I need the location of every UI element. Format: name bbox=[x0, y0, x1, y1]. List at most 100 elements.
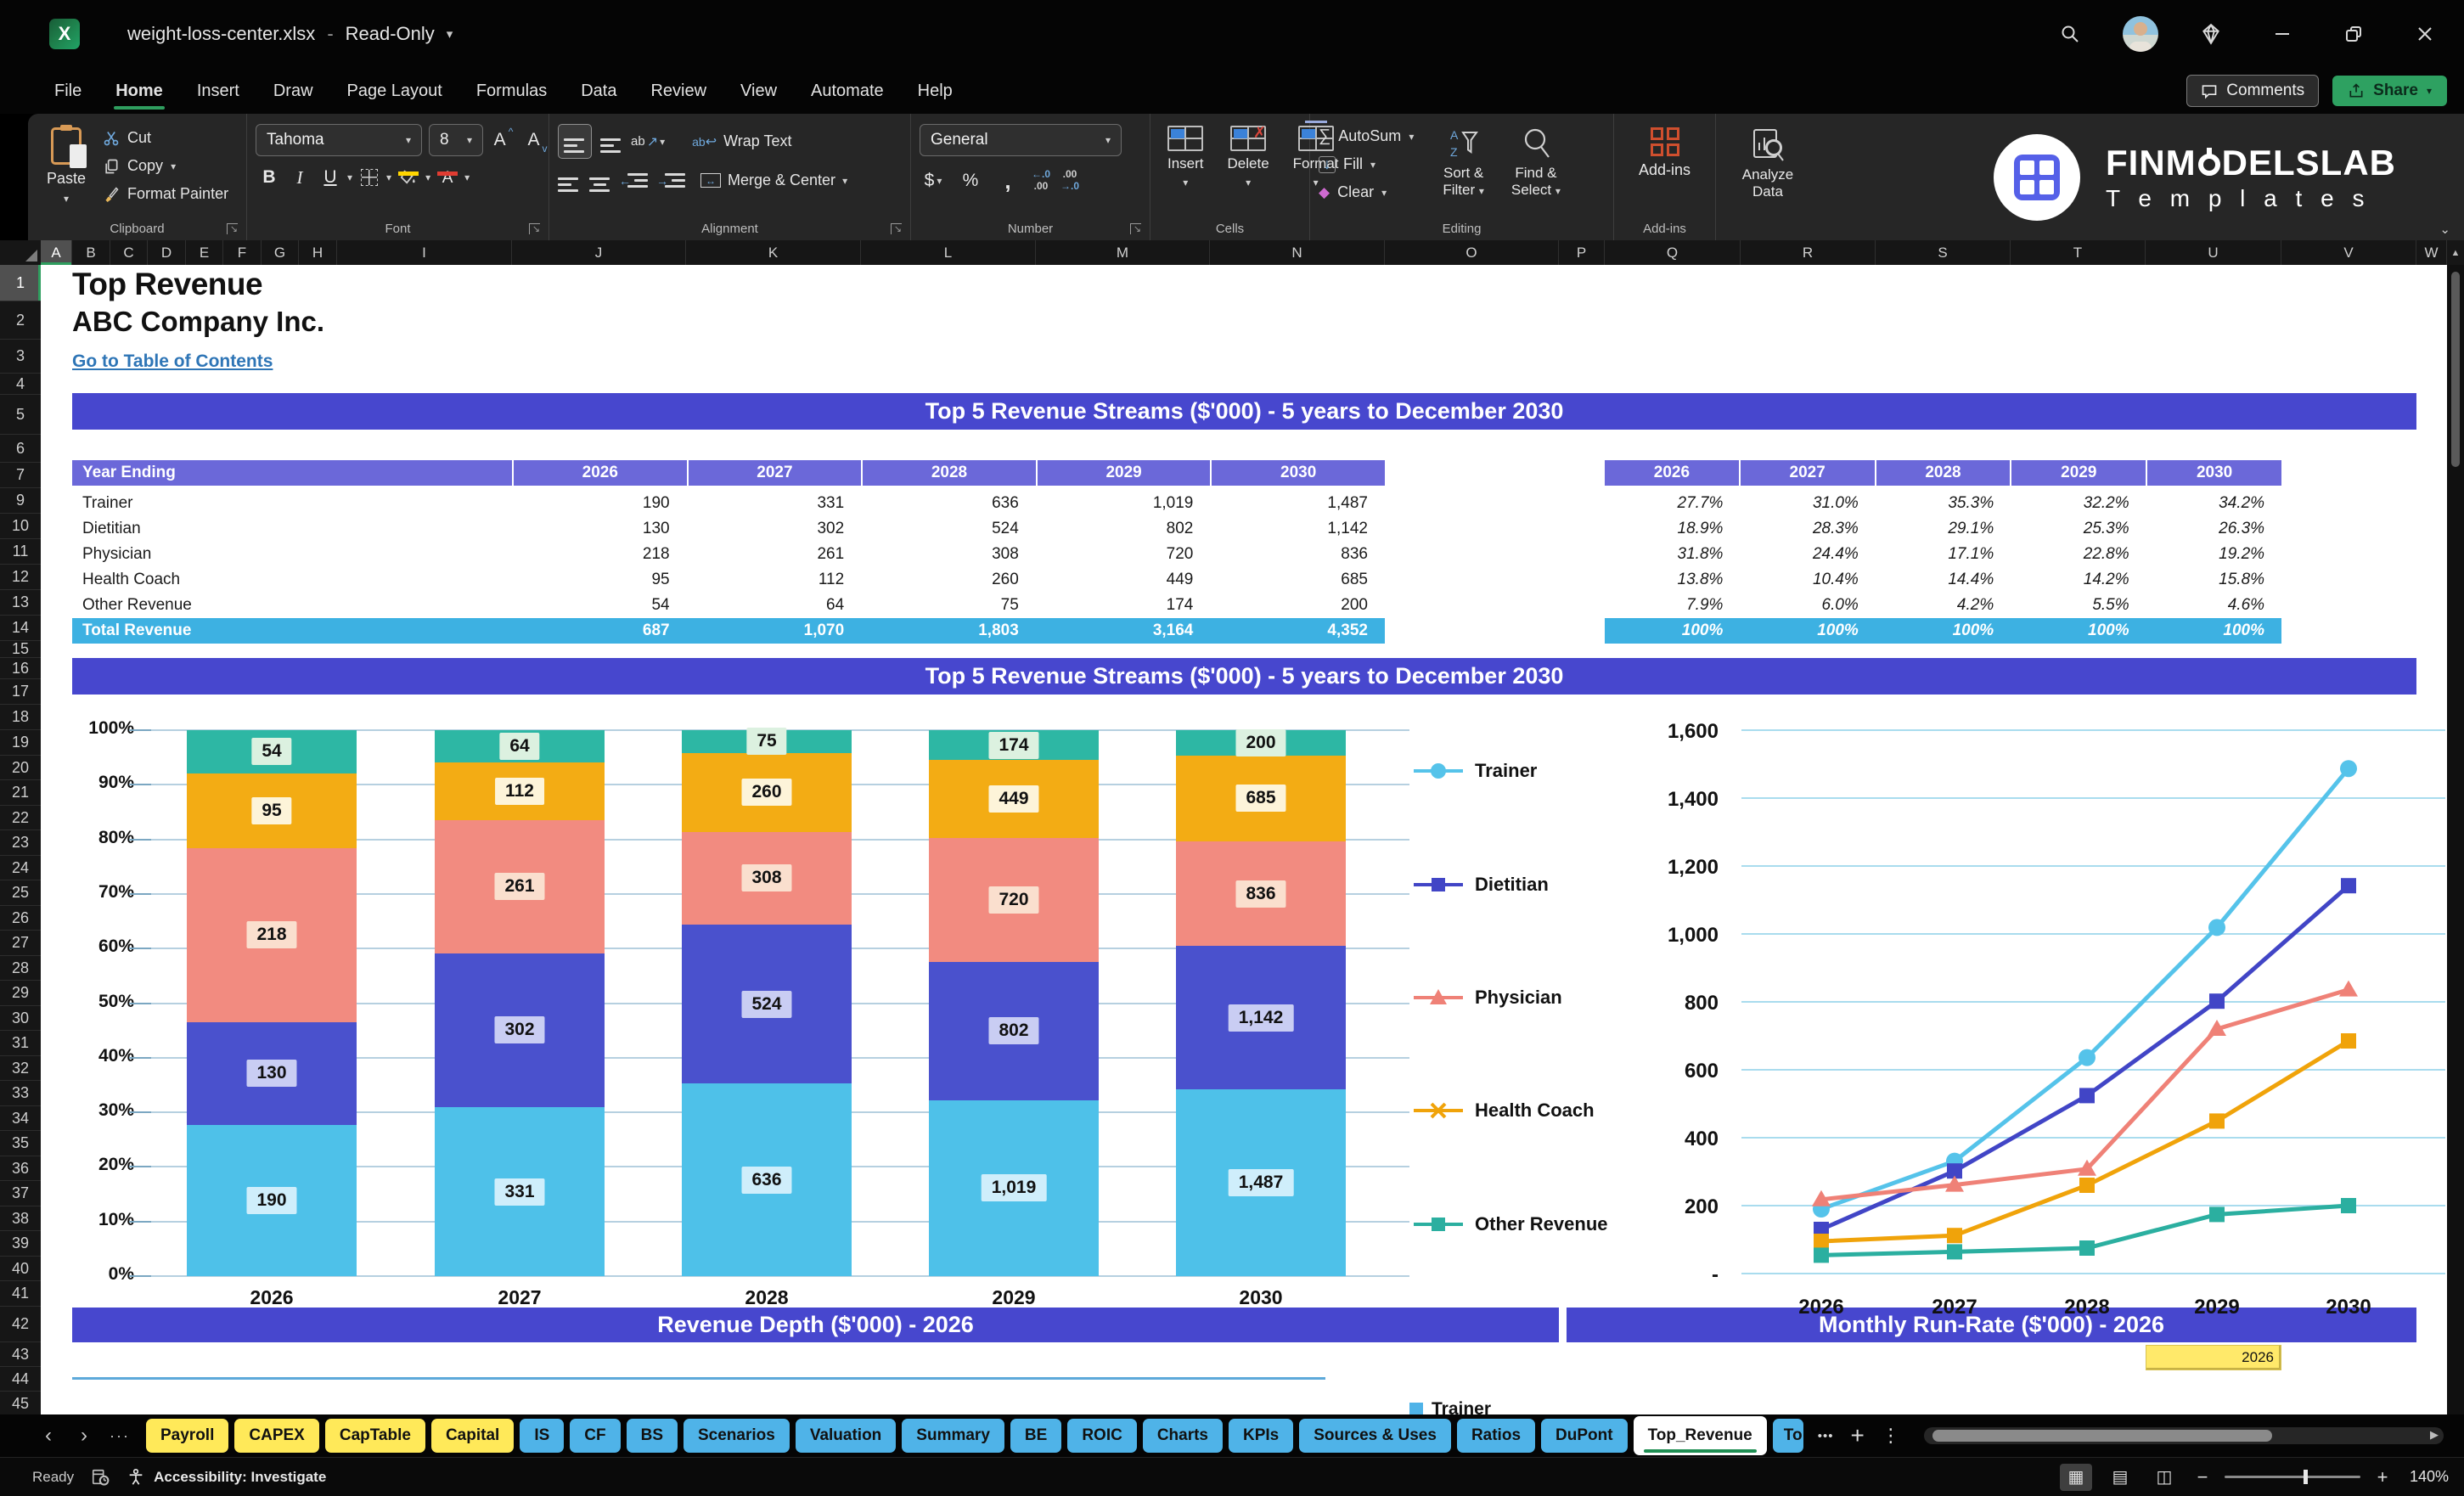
scroll-right-arrow-icon[interactable]: ▶ bbox=[2430, 1428, 2439, 1442]
tab-options-menu-icon[interactable]: ⋮ bbox=[1882, 1425, 1900, 1447]
minimize-button[interactable] bbox=[2264, 15, 2301, 53]
row-header-18[interactable]: 18 bbox=[0, 705, 41, 730]
restore-button[interactable] bbox=[2335, 15, 2372, 53]
paste-button[interactable]: Paste ▾ bbox=[37, 124, 96, 208]
cell-value[interactable]: 802 bbox=[1036, 516, 1211, 542]
cell-value[interactable]: 95 bbox=[512, 567, 687, 593]
total-value[interactable]: 1,070 bbox=[687, 618, 862, 644]
read-only-caret-icon[interactable]: ▾ bbox=[447, 26, 453, 42]
legend-item-other-revenue[interactable]: Other Revenue bbox=[1412, 1212, 1608, 1236]
row-header-15[interactable]: 15 bbox=[0, 640, 41, 658]
tabs-list-all-icon[interactable]: ··· bbox=[102, 1427, 138, 1445]
row-header-14[interactable]: 14 bbox=[0, 616, 41, 641]
row-header-20[interactable]: 20 bbox=[0, 756, 41, 780]
runrate-year-cell[interactable]: 2026 bbox=[2146, 1345, 2281, 1370]
zoom-in-button[interactable]: + bbox=[2372, 1466, 2393, 1488]
cell-value[interactable]: 31.8% bbox=[1605, 542, 1740, 567]
cell-value[interactable]: 26.3% bbox=[2146, 516, 2281, 542]
clear-button[interactable]: ◆ Clear ▾ bbox=[1319, 180, 1414, 205]
cell-value[interactable]: 22.8% bbox=[2011, 542, 2146, 567]
accessibility-status[interactable]: Accessibility: Investigate bbox=[127, 1468, 326, 1487]
font-dialog-launcher[interactable]: ↘ bbox=[529, 223, 540, 234]
column-header-O[interactable]: O bbox=[1385, 240, 1559, 265]
hidden-tabs-more-icon[interactable]: ••• bbox=[1818, 1429, 1834, 1443]
cell-value[interactable]: 331 bbox=[687, 491, 862, 516]
cell-value[interactable]: 13.8% bbox=[1605, 567, 1740, 593]
sheet-tab-ratios[interactable]: Ratios bbox=[1456, 1419, 1536, 1453]
increase-decimal-button[interactable]: ←.0.00 bbox=[1032, 168, 1050, 193]
cell-value[interactable]: 29.1% bbox=[1876, 516, 2011, 542]
align-middle-button[interactable] bbox=[600, 130, 622, 153]
cell-value[interactable]: 524 bbox=[861, 516, 1036, 542]
cell-value[interactable]: 720 bbox=[1036, 542, 1211, 567]
cell-value[interactable]: 190 bbox=[512, 491, 687, 516]
horizontal-scrollbar-thumb[interactable] bbox=[1932, 1430, 2272, 1442]
menu-tab-home[interactable]: Home bbox=[98, 73, 180, 110]
align-center-button[interactable] bbox=[588, 169, 610, 192]
cell-value[interactable]: 34.2% bbox=[2146, 491, 2281, 516]
underline-caret-icon[interactable]: ▾ bbox=[347, 172, 352, 183]
cell-value[interactable]: 200 bbox=[1210, 593, 1385, 618]
sheet-tab-charts[interactable]: Charts bbox=[1142, 1419, 1223, 1453]
align-left-button[interactable] bbox=[558, 169, 580, 192]
cell-value[interactable]: 31.0% bbox=[1740, 491, 1875, 516]
menu-tab-formulas[interactable]: Formulas bbox=[459, 73, 564, 110]
horizontal-scrollbar[interactable]: ▶ bbox=[1923, 1427, 2444, 1444]
row-header-4[interactable]: 4 bbox=[0, 374, 41, 395]
row-header-13[interactable]: 13 bbox=[0, 590, 41, 616]
underline-button[interactable]: U bbox=[317, 163, 344, 192]
accounting-format-button[interactable]: $ ▾ bbox=[920, 166, 947, 195]
cell-value[interactable]: 302 bbox=[687, 516, 862, 542]
merge-center-button[interactable]: ↔ Merge & Center ▾ bbox=[700, 172, 847, 189]
revenue-percent-table[interactable]: 2026 2027 2028 2029 2030 27.7% 31.0% 35.3% 32.2%… bbox=[1605, 460, 2281, 644]
row-header-27[interactable]: 27 bbox=[0, 931, 41, 956]
sheet-tab-capex[interactable]: CAPEX bbox=[234, 1419, 319, 1453]
row-header-6[interactable]: 6 bbox=[0, 435, 41, 463]
row-header-35[interactable]: 35 bbox=[0, 1131, 41, 1156]
row-header-2[interactable]: 2 bbox=[0, 301, 41, 340]
format-painter-button[interactable]: Format Painter bbox=[103, 182, 228, 206]
table-row-trainer[interactable]: 27.7% 31.0% 35.3% 32.2% 34.2% bbox=[1605, 491, 2281, 516]
spreadsheet-grid[interactable]: Top Revenue ABC Company Inc. Go to Table… bbox=[41, 265, 2447, 1414]
tabs-scroll-left-icon[interactable]: ‹ bbox=[31, 1424, 66, 1448]
cell-value[interactable]: 260 bbox=[861, 567, 1036, 593]
cell-value[interactable]: 24.4% bbox=[1740, 542, 1875, 567]
cell-value[interactable]: 112 bbox=[687, 567, 862, 593]
revenue-values-table[interactable]: Year Ending 2026 2027 2028 2029 2030 Trainer 19… bbox=[72, 460, 1385, 644]
column-header-C[interactable]: C bbox=[110, 240, 148, 265]
sheet-tab-valuation[interactable]: Valuation bbox=[795, 1419, 897, 1453]
cell-value[interactable]: 636 bbox=[861, 491, 1036, 516]
cell-value[interactable]: 18.9% bbox=[1605, 516, 1740, 542]
cell-value[interactable]: 6.0% bbox=[1740, 593, 1875, 618]
sheet-tab-is[interactable]: IS bbox=[520, 1419, 565, 1453]
view-normal-button[interactable]: ▦ bbox=[2060, 1463, 2092, 1491]
zoom-out-button[interactable]: − bbox=[2192, 1466, 2213, 1488]
bold-button[interactable]: B bbox=[256, 163, 283, 192]
menu-tab-insert[interactable]: Insert bbox=[180, 73, 256, 110]
cell-value[interactable]: 4.2% bbox=[1876, 593, 2011, 618]
column-header-R[interactable]: R bbox=[1741, 240, 1876, 265]
table-row-physician[interactable]: 31.8% 24.4% 17.1% 22.8% 19.2% bbox=[1605, 542, 2281, 567]
total-value[interactable]: 687 bbox=[512, 618, 687, 644]
insert-cells-button[interactable]: Insert ▾ bbox=[1159, 124, 1212, 190]
font-size-select[interactable]: 8 ▾ bbox=[429, 124, 483, 156]
total-value[interactable]: 100% bbox=[1605, 618, 1740, 644]
cell-value[interactable]: 17.1% bbox=[1876, 542, 2011, 567]
cell-value[interactable]: 7.9% bbox=[1605, 593, 1740, 618]
row-header-29[interactable]: 29 bbox=[0, 981, 41, 1006]
decrease-decimal-button[interactable]: .00 →.0 bbox=[1060, 168, 1079, 193]
row-header-45[interactable]: 45 bbox=[0, 1392, 41, 1414]
row-header-17[interactable]: 17 bbox=[0, 679, 41, 705]
row-header-25[interactable]: 25 bbox=[0, 880, 41, 906]
menu-tab-help[interactable]: Help bbox=[901, 73, 970, 110]
table-row-other-revenue[interactable]: Other Revenue 54 64 75 174 200 bbox=[72, 593, 1385, 618]
sheet-tab-dupont[interactable]: DuPont bbox=[1541, 1419, 1628, 1453]
user-avatar[interactable] bbox=[2123, 16, 2158, 52]
number-format-select[interactable]: General ▾ bbox=[920, 124, 1122, 156]
row-header-11[interactable]: 11 bbox=[0, 539, 41, 565]
cell-value[interactable]: 25.3% bbox=[2011, 516, 2146, 542]
addins-button[interactable]: Add-ins bbox=[1629, 124, 1701, 183]
row-header-28[interactable]: 28 bbox=[0, 956, 41, 981]
menu-tab-page-layout[interactable]: Page Layout bbox=[330, 73, 459, 110]
font-color-caret-icon[interactable]: ▾ bbox=[464, 172, 470, 183]
